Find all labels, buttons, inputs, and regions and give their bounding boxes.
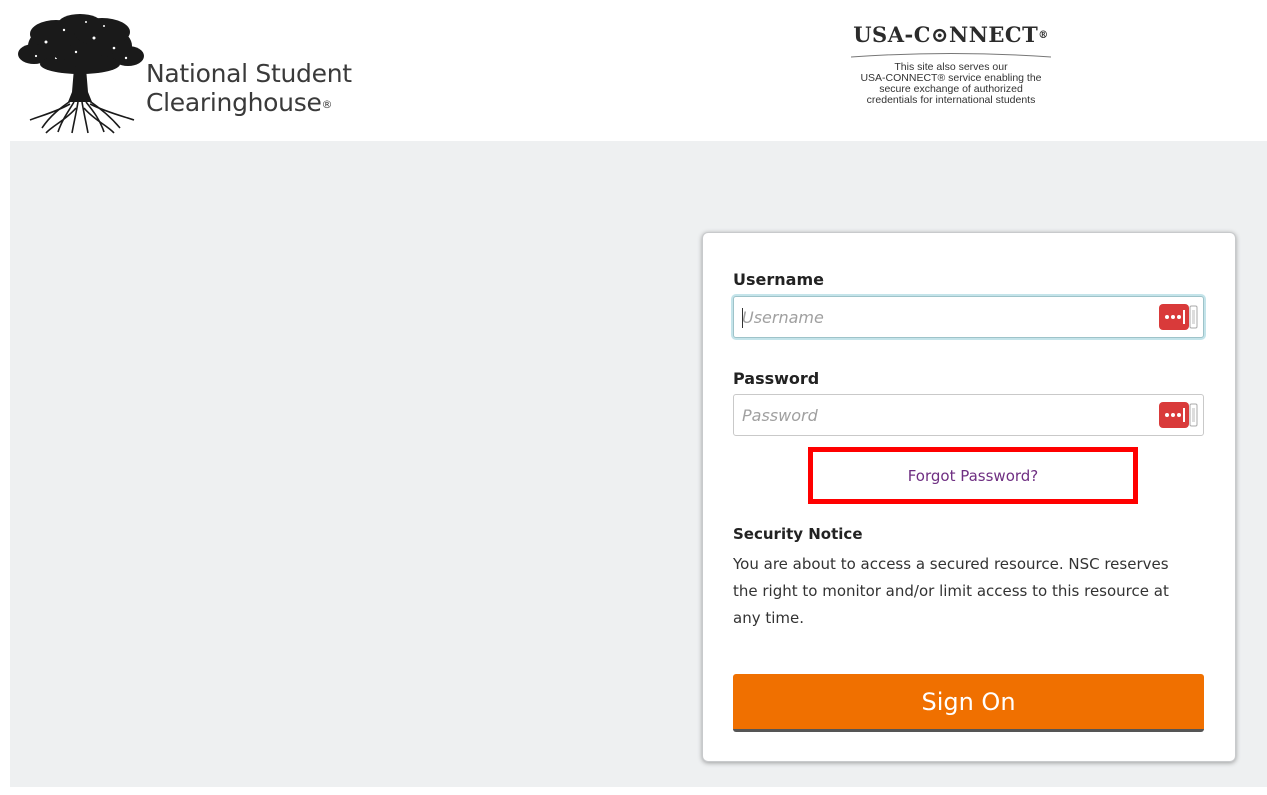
nsc-wordmark: National Student Clearinghouse®	[146, 59, 352, 117]
login-card: Username Password Forgot Password? Sec	[702, 232, 1236, 762]
tree-logo-icon	[18, 14, 144, 134]
username-input[interactable]	[734, 297, 1203, 337]
password-manager-icon[interactable]	[1159, 304, 1199, 330]
nsc-logo[interactable]: National Student Clearinghouse®	[14, 12, 374, 134]
forgot-password-link[interactable]: Forgot Password?	[908, 467, 1039, 485]
usa-connect-registered-mark: ®	[1038, 30, 1049, 41]
usa-connect-title-text: USA-C⊙NNECT	[853, 22, 1039, 47]
text-caret	[742, 308, 743, 328]
nsc-wordmark-line1: National Student	[146, 59, 352, 88]
usa-connect-swoosh	[851, 53, 1051, 58]
registered-mark: ®	[321, 98, 333, 111]
password-input[interactable]	[734, 395, 1203, 435]
forgot-password-highlight: Forgot Password?	[808, 447, 1138, 504]
password-field-wrapper	[733, 394, 1204, 436]
username-label: Username	[733, 270, 824, 289]
usa-connect-logo[interactable]: USA-C⊙NNECT® This site also serves our U…	[816, 22, 1086, 132]
password-manager-icon[interactable]	[1159, 402, 1199, 428]
username-field-wrapper	[733, 296, 1204, 338]
security-notice-title: Security Notice	[733, 525, 863, 543]
nsc-wordmark-line2: Clearinghouse	[146, 88, 322, 117]
usa-connect-title: USA-C⊙NNECT®	[816, 22, 1086, 48]
sign-on-button[interactable]: Sign On	[733, 674, 1204, 732]
security-notice-body: You are about to access a secured resour…	[733, 555, 1169, 627]
page-header: National Student Clearinghouse® USA-C⊙NN…	[0, 0, 1267, 141]
usa-connect-tagline: This site also serves our USA-CONNECT® s…	[860, 61, 1042, 106]
password-label: Password	[733, 369, 820, 388]
